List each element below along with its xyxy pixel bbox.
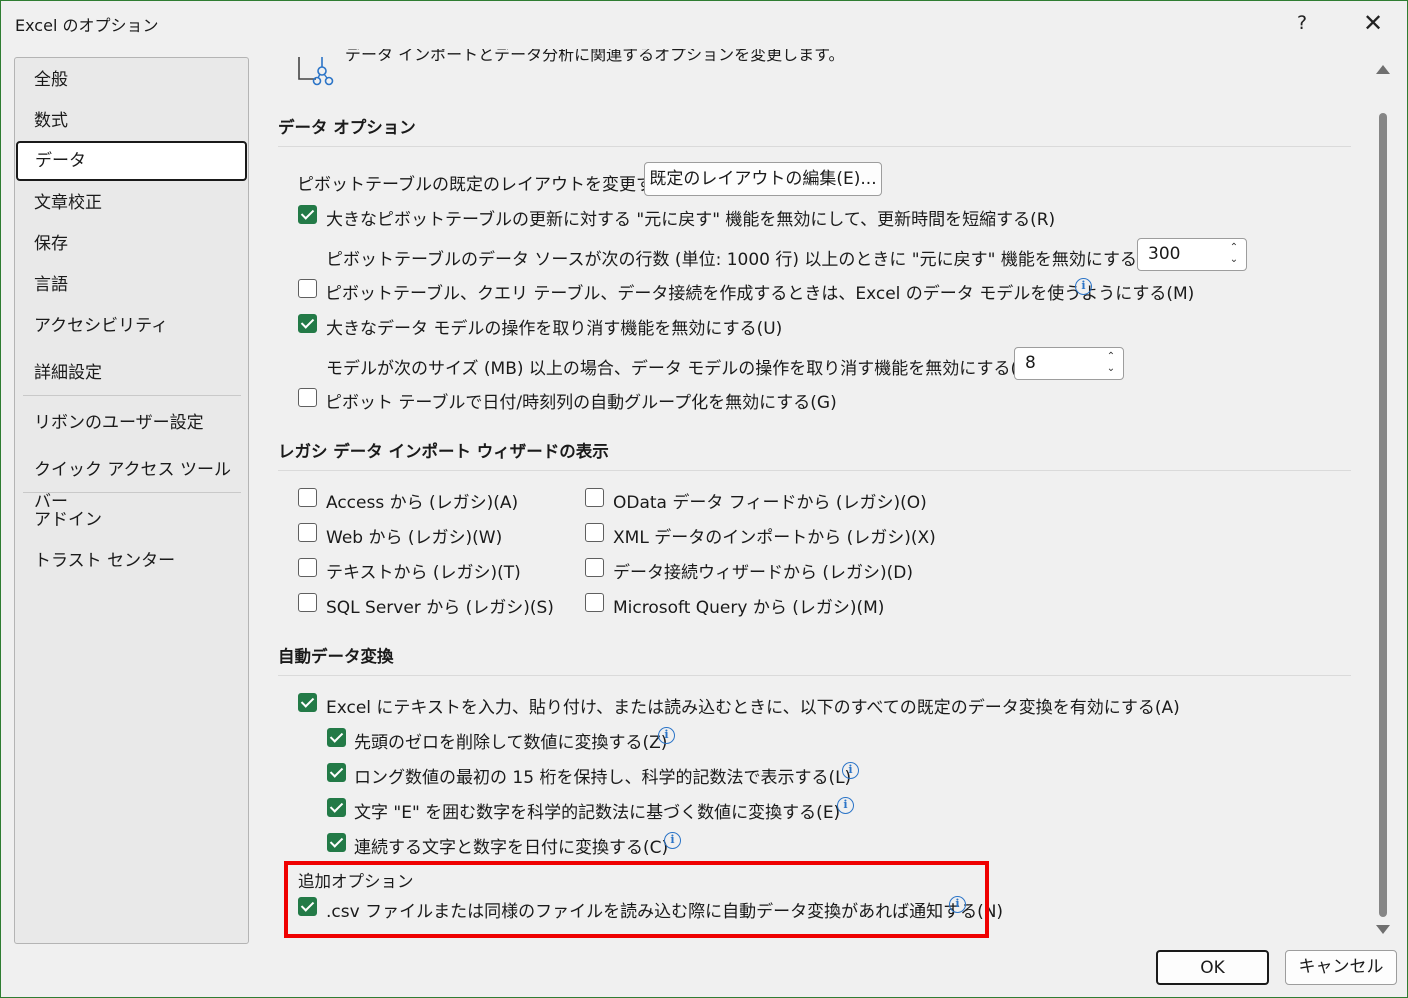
disable-auto-grouping-checkbox[interactable] bbox=[298, 388, 317, 407]
legacy-data-connection-checkbox[interactable] bbox=[585, 558, 604, 577]
keep-15-digits-label: ロング数値の最初の 15 桁を保持し、科学的記数法で表示する(L) bbox=[354, 768, 852, 788]
scroll-down-icon[interactable] bbox=[1376, 925, 1390, 934]
sidebar-item-add-ins[interactable]: アドイン bbox=[15, 504, 248, 536]
disable-auto-grouping-label: ピボット テーブルで日付/時刻列の自動グループ化を無効にする(G) bbox=[325, 393, 837, 413]
highlight-box bbox=[284, 861, 989, 938]
sidebar-item-proofing[interactable]: 文章校正 bbox=[15, 187, 248, 219]
disable-undo-large-pivot-label: 大きなピボットテーブルの更新に対する "元に戻す" 機能を無効にして、更新時間を… bbox=[326, 210, 1056, 230]
legacy-text-label: テキストから (レガシ)(T) bbox=[326, 563, 521, 583]
use-data-model-label: ピボットテーブル、クエリ テーブル、データ接続を作成するときは、Excel のデ… bbox=[325, 284, 1195, 304]
section-rule bbox=[278, 675, 1351, 676]
help-button[interactable]: ? bbox=[1280, 7, 1324, 39]
info-icon[interactable]: i bbox=[837, 797, 854, 814]
disable-undo-data-model-checkbox[interactable] bbox=[298, 314, 317, 333]
ok-button[interactable]: OK bbox=[1156, 950, 1269, 985]
pivot-rows-threshold-value: 300 bbox=[1148, 244, 1181, 264]
info-icon[interactable]: i bbox=[658, 727, 675, 744]
sidebar-item-trust-center[interactable]: トラスト センター bbox=[15, 545, 248, 577]
legacy-odata-label: OData データ フィードから (レガシ)(O) bbox=[613, 493, 927, 513]
info-icon[interactable]: i bbox=[842, 762, 859, 779]
intro-text: データ インポートとデータ分析に関連するオプションを変更します。 bbox=[345, 49, 845, 64]
pivot-rows-threshold-spinner[interactable]: 300 ⌃ ⌄ bbox=[1137, 238, 1247, 271]
legacy-data-connection-label: データ接続ウィザードから (レガシ)(D) bbox=[613, 563, 914, 583]
spin-arrows-icon[interactable]: ⌃ ⌄ bbox=[1228, 242, 1240, 270]
legacy-text-checkbox[interactable] bbox=[298, 558, 317, 577]
legacy-xml-checkbox[interactable] bbox=[585, 523, 604, 542]
keep-15-digits-checkbox[interactable] bbox=[327, 763, 346, 782]
convert-e-notation-checkbox[interactable] bbox=[327, 798, 346, 817]
convert-e-notation-label: 文字 "E" を囲む数字を科学的記数法に基づく数値に変換する(E) bbox=[354, 803, 841, 823]
sidebar-item-general[interactable]: 全般 bbox=[15, 64, 248, 96]
section-heading-data-options: データ オプション bbox=[278, 118, 416, 137]
spin-arrows-icon[interactable]: ⌃ ⌄ bbox=[1105, 351, 1117, 379]
sidebar-item-data[interactable]: データ bbox=[16, 141, 247, 181]
sidebar-item-customize-ribbon[interactable]: リボンのユーザー設定 bbox=[15, 407, 248, 439]
cancel-button[interactable]: キャンセル bbox=[1285, 950, 1397, 985]
legacy-odata-checkbox[interactable] bbox=[585, 488, 604, 507]
model-size-threshold-label: モデルが次のサイズ (MB) 以上の場合、データ モデルの操作を取り消す機能を無… bbox=[326, 359, 1039, 379]
legacy-access-label: Access から (レガシ)(A) bbox=[326, 493, 519, 513]
model-size-threshold-value: 8 bbox=[1025, 353, 1036, 373]
data-options-icon bbox=[298, 57, 334, 86]
sidebar-item-advanced[interactable]: 詳細設定 bbox=[15, 357, 248, 389]
scroll-up-icon[interactable] bbox=[1376, 65, 1390, 74]
disable-undo-data-model-label: 大きなデータ モデルの操作を取り消す機能を無効にする(U) bbox=[326, 319, 783, 339]
convert-to-date-label: 連続する文字と数字を日付に変換する(C) bbox=[354, 838, 669, 858]
section-rule bbox=[278, 146, 1351, 147]
disable-undo-large-pivot-checkbox[interactable] bbox=[298, 205, 317, 224]
convert-to-date-checkbox[interactable] bbox=[327, 833, 346, 852]
sidebar-divider bbox=[23, 492, 241, 493]
info-icon[interactable]: i bbox=[664, 832, 681, 849]
legacy-sql-server-checkbox[interactable] bbox=[298, 593, 317, 612]
pivot-rows-threshold-label: ピボットテーブルのデータ ソースが次の行数 (単位: 1000 行) 以上のとき… bbox=[326, 250, 1169, 270]
edit-default-layout-button[interactable]: 既定のレイアウトの編集(E)... bbox=[644, 162, 882, 196]
legacy-access-checkbox[interactable] bbox=[298, 488, 317, 507]
enable-all-conversions-label: Excel にテキストを入力、貼り付け、または読み込むときに、以下のすべての既定… bbox=[326, 698, 1180, 718]
sidebar-item-quick-access-toolbar[interactable]: クイック アクセス ツール バー bbox=[15, 454, 248, 512]
sidebar-divider bbox=[23, 395, 241, 396]
section-heading-legacy-wizards: レガシ データ インポート ウィザードの表示 bbox=[278, 442, 609, 461]
legacy-sql-server-label: SQL Server から (レガシ)(S) bbox=[326, 598, 554, 618]
vertical-scrollbar[interactable] bbox=[1374, 57, 1392, 941]
scroll-thumb[interactable] bbox=[1379, 113, 1387, 917]
legacy-xml-label: XML データのインポートから (レガシ)(X) bbox=[613, 528, 936, 548]
sidebar-item-language[interactable]: 言語 bbox=[15, 269, 248, 301]
options-sidebar: 全般 数式 データ 文章校正 保存 言語 アクセシビリティ 詳細設定 リボンのユ… bbox=[14, 57, 249, 944]
info-icon[interactable]: i bbox=[1075, 278, 1092, 295]
enable-all-conversions-checkbox[interactable] bbox=[298, 693, 317, 712]
sidebar-item-accessibility[interactable]: アクセシビリティ bbox=[15, 310, 248, 342]
section-rule bbox=[278, 470, 1351, 471]
pivot-layout-label: ピボットテーブルの既定のレイアウトを変更する: bbox=[297, 175, 676, 195]
legacy-web-label: Web から (レガシ)(W) bbox=[326, 528, 503, 548]
remove-leading-zeros-label: 先頭のゼロを削除して数値に変換する(Z) bbox=[354, 733, 668, 753]
title-bar: Excel のオプション ? ✕ bbox=[1, 1, 1407, 45]
legacy-ms-query-label: Microsoft Query から (レガシ)(M) bbox=[613, 598, 885, 618]
section-heading-auto-conversion: 自動データ変換 bbox=[278, 647, 394, 666]
sidebar-item-formulas[interactable]: 数式 bbox=[15, 105, 248, 137]
dialog-title: Excel のオプション bbox=[15, 16, 159, 35]
use-data-model-checkbox[interactable] bbox=[298, 279, 317, 298]
remove-leading-zeros-checkbox[interactable] bbox=[327, 728, 346, 747]
legacy-web-checkbox[interactable] bbox=[298, 523, 317, 542]
close-button[interactable]: ✕ bbox=[1351, 7, 1395, 39]
excel-options-dialog: Excel のオプション ? ✕ 全般 数式 データ 文章校正 保存 言語 アク… bbox=[0, 0, 1408, 998]
model-size-threshold-spinner[interactable]: 8 ⌃ ⌄ bbox=[1014, 347, 1124, 380]
legacy-ms-query-checkbox[interactable] bbox=[585, 593, 604, 612]
sidebar-item-save[interactable]: 保存 bbox=[15, 228, 248, 260]
